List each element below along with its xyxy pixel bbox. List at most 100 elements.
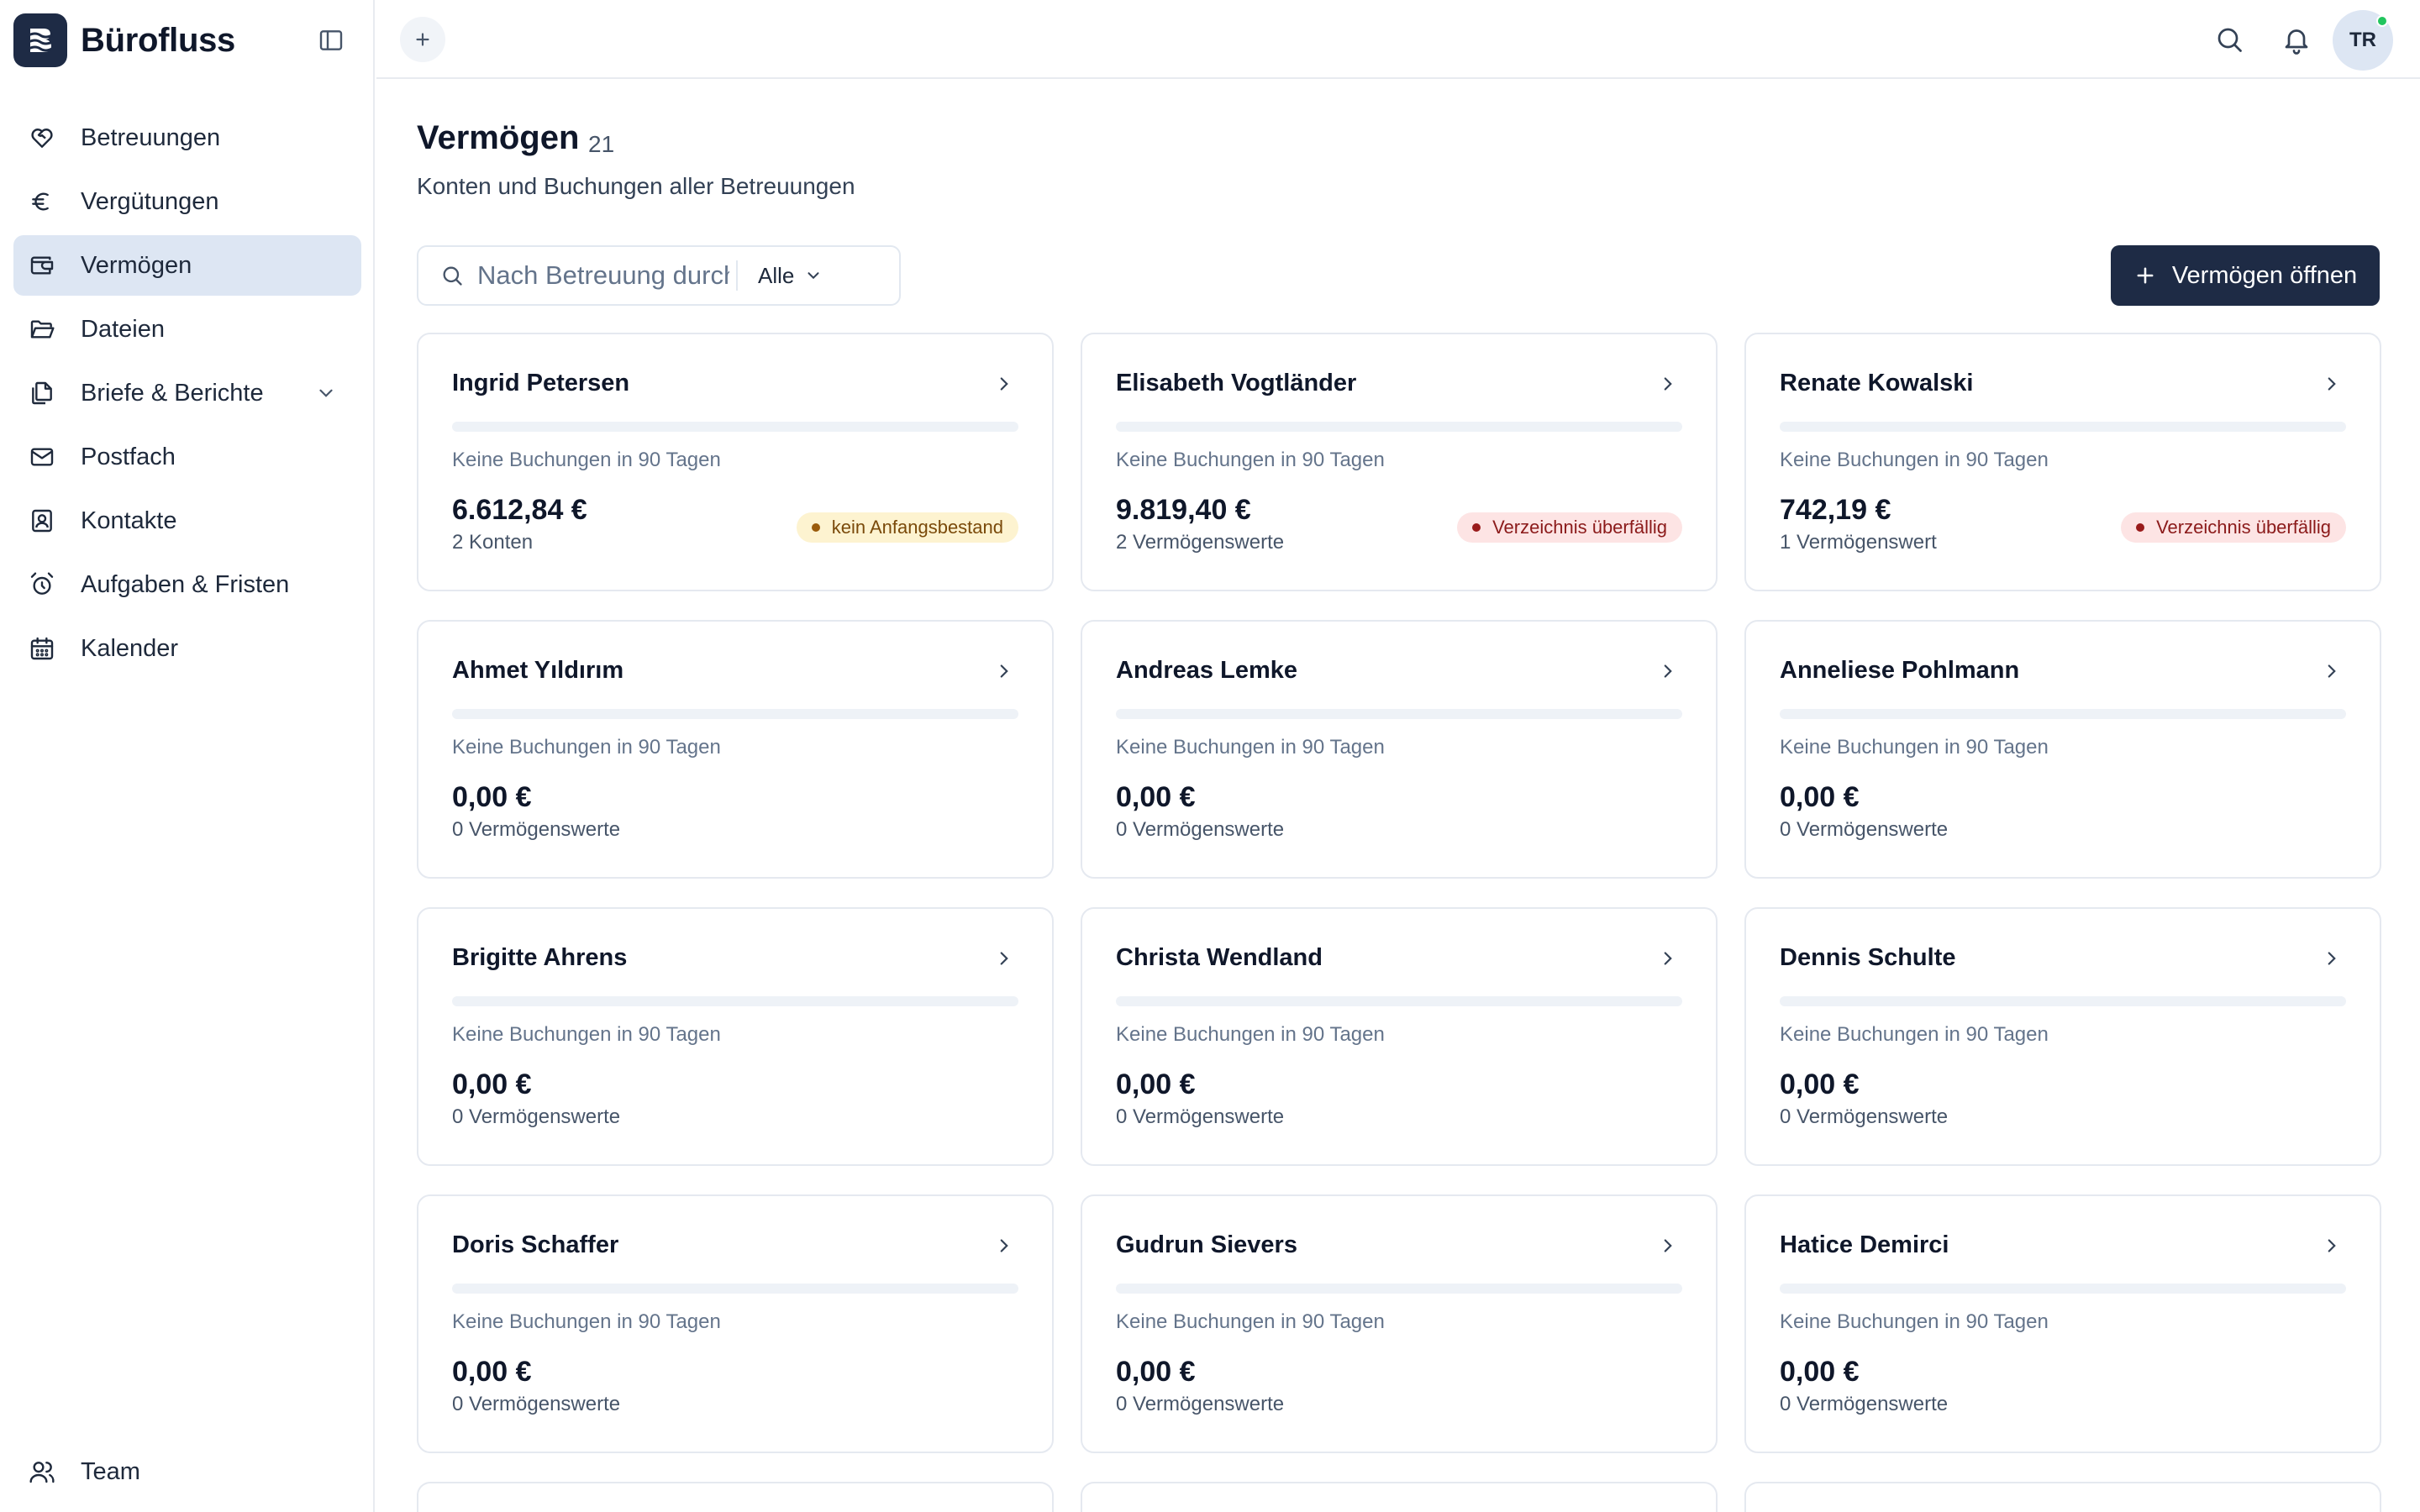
sidebar-item-kontakte[interactable]: Kontakte: [13, 491, 361, 551]
sidebar-toggle-button[interactable]: [316, 25, 346, 55]
asset-card[interactable]: Ahmet Yıldırım Keine Buchungen in 90 Tag…: [417, 620, 1054, 879]
page-title: Vermögen: [417, 119, 580, 156]
quick-add-button[interactable]: [400, 17, 445, 62]
sidebar-item-kalender[interactable]: Kalender: [13, 618, 361, 679]
heart-handshake-icon: [27, 123, 57, 153]
card-meta: 0 Vermögenswerte: [1116, 1393, 1285, 1415]
card-amount: 0,00 €: [1116, 1356, 1196, 1388]
brand[interactable]: Bürofluss: [13, 13, 235, 67]
sidebar-item-team[interactable]: Team: [13, 1441, 361, 1502]
card-name: Doris Schaffer: [452, 1231, 619, 1258]
badge-label: kein Anfangsbestand: [831, 517, 1003, 538]
filter-select[interactable]: Alle: [758, 263, 824, 289]
badge-dot: [2136, 523, 2145, 532]
activity-bar: [452, 709, 1018, 719]
sidebar-item-verguetungen[interactable]: Vergütungen: [13, 171, 361, 232]
asset-card[interactable]: Gudrun Sievers Keine Buchungen in 90 Tag…: [1081, 1194, 1718, 1453]
card-note: Keine Buchungen in 90 Tagen: [452, 1310, 721, 1333]
card-amount: 0,00 €: [1116, 1068, 1196, 1100]
asset-card[interactable]: Dennis Schulte Keine Buchungen in 90 Tag…: [1744, 907, 2381, 1166]
card-amount: 742,19 €: [1780, 494, 1891, 526]
asset-card-partial[interactable]: [417, 1482, 1054, 1512]
sidebar-item-dateien[interactable]: Dateien: [13, 299, 361, 360]
euro-icon: [27, 186, 57, 217]
chevron-right-icon: [1655, 659, 1681, 684]
sidebar-item-aufgaben-fristen[interactable]: Aufgaben & Fristen: [13, 554, 361, 615]
avatar-initials: TR: [2349, 29, 2376, 51]
search-button[interactable]: [2212, 22, 2247, 57]
asset-card[interactable]: Doris Schaffer Keine Buchungen in 90 Tag…: [417, 1194, 1054, 1453]
card-amount: 0,00 €: [1116, 781, 1196, 813]
card-name: Elisabeth Vogtländer: [1116, 370, 1357, 396]
page-subtitle: Konten und Buchungen aller Betreuungen: [417, 173, 855, 199]
chevron-right-icon: [2319, 946, 2344, 971]
asset-card[interactable]: Elisabeth Vogtländer Keine Buchungen in …: [1081, 333, 1718, 591]
sidebar-item-label: Postfach: [81, 443, 176, 470]
asset-card[interactable]: Brigitte Ahrens Keine Buchungen in 90 Ta…: [417, 907, 1054, 1166]
badge-label: Verzeichnis überfällig: [2156, 517, 2331, 538]
folder-icon: [27, 314, 57, 344]
sidebar-item-label: Vergütungen: [81, 187, 219, 215]
chevron-right-icon: [1655, 946, 1681, 971]
card-note: Keine Buchungen in 90 Tagen: [1116, 1310, 1385, 1333]
activity-bar: [1116, 709, 1682, 719]
chevron-right-icon: [2319, 371, 2344, 396]
chevron-right-icon: [992, 946, 1017, 971]
card-meta: 0 Vermögenswerte: [1780, 818, 1949, 841]
asset-card-partial[interactable]: [1744, 1482, 2381, 1512]
sidebar-item-label: Betreuungen: [81, 123, 221, 151]
chevron-right-icon: [992, 659, 1017, 684]
contact-icon: [27, 506, 57, 536]
asset-card-partial[interactable]: [1081, 1482, 1718, 1512]
sidebar-item-betreuungen[interactable]: Betreuungen: [13, 108, 361, 168]
card-name: Gudrun Sievers: [1116, 1231, 1297, 1258]
card-meta: 0 Vermögenswerte: [452, 1393, 621, 1415]
card-meta: 0 Vermögenswerte: [1116, 1105, 1285, 1128]
user-avatar[interactable]: TR: [2333, 10, 2393, 71]
card-note: Keine Buchungen in 90 Tagen: [1780, 736, 2049, 759]
card-name: Ahmet Yıldırım: [452, 657, 624, 684]
bell-icon: [2285, 29, 2308, 55]
sidebar-item-label: Team: [81, 1457, 140, 1485]
divider: [736, 260, 738, 291]
card-amount: 0,00 €: [452, 1356, 532, 1388]
asset-card[interactable]: Andreas Lemke Keine Buchungen in 90 Tage…: [1081, 620, 1718, 879]
filter-value: Alle: [758, 262, 795, 288]
asset-card[interactable]: Renate Kowalski Keine Buchungen in 90 Ta…: [1744, 333, 2381, 591]
card-name: Brigitte Ahrens: [452, 944, 628, 971]
plus-icon: [2133, 263, 2159, 288]
sidebar-item-briefe-berichte[interactable]: Briefe & Berichte: [13, 363, 361, 423]
badge-dot: [811, 523, 820, 532]
notifications-button[interactable]: [2279, 22, 2314, 57]
chevron-down-icon[interactable]: [311, 378, 341, 408]
chevron-right-icon: [992, 1233, 1017, 1258]
card-amount: 0,00 €: [1780, 1068, 1860, 1100]
mail-icon: [27, 442, 57, 472]
sidebar-item-label: Dateien: [81, 315, 165, 343]
asset-card-grid: Ingrid Petersen Keine Buchungen in 90 Ta…: [417, 333, 2381, 1512]
card-note: Keine Buchungen in 90 Tagen: [452, 736, 721, 759]
sidebar-item-vermoegen[interactable]: Vermögen: [13, 235, 361, 296]
card-amount: 0,00 €: [452, 1068, 532, 1100]
card-name: Andreas Lemke: [1116, 657, 1297, 684]
asset-card[interactable]: Christa Wendland Keine Buchungen in 90 T…: [1081, 907, 1718, 1166]
alarm-clock-icon: [27, 570, 57, 600]
activity-bar: [1780, 1284, 2346, 1294]
card-amount: 0,00 €: [1780, 781, 1860, 813]
sidebar-item-postfach[interactable]: Postfach: [13, 427, 361, 487]
asset-card[interactable]: Hatice Demirci Keine Buchungen in 90 Tag…: [1744, 1194, 2381, 1453]
open-assets-button[interactable]: Vermögen öffnen: [2111, 245, 2380, 306]
card-note: Keine Buchungen in 90 Tagen: [1116, 736, 1385, 759]
card-note: Keine Buchungen in 90 Tagen: [1780, 449, 2049, 471]
online-status-indicator: [2376, 15, 2388, 27]
search-input[interactable]: [477, 252, 729, 299]
card-meta: 0 Vermögenswerte: [1116, 818, 1285, 841]
card-name: Anneliese Pohlmann: [1780, 657, 2020, 684]
brand-name: Bürofluss: [81, 21, 235, 59]
wallet-icon: [27, 250, 57, 281]
card-amount: 0,00 €: [1780, 1356, 1860, 1388]
chevron-right-icon: [1655, 371, 1681, 396]
asset-card[interactable]: Ingrid Petersen Keine Buchungen in 90 Ta…: [417, 333, 1054, 591]
asset-card[interactable]: Anneliese Pohlmann Keine Buchungen in 90…: [1744, 620, 2381, 879]
card-meta: 2 Konten: [452, 531, 534, 554]
